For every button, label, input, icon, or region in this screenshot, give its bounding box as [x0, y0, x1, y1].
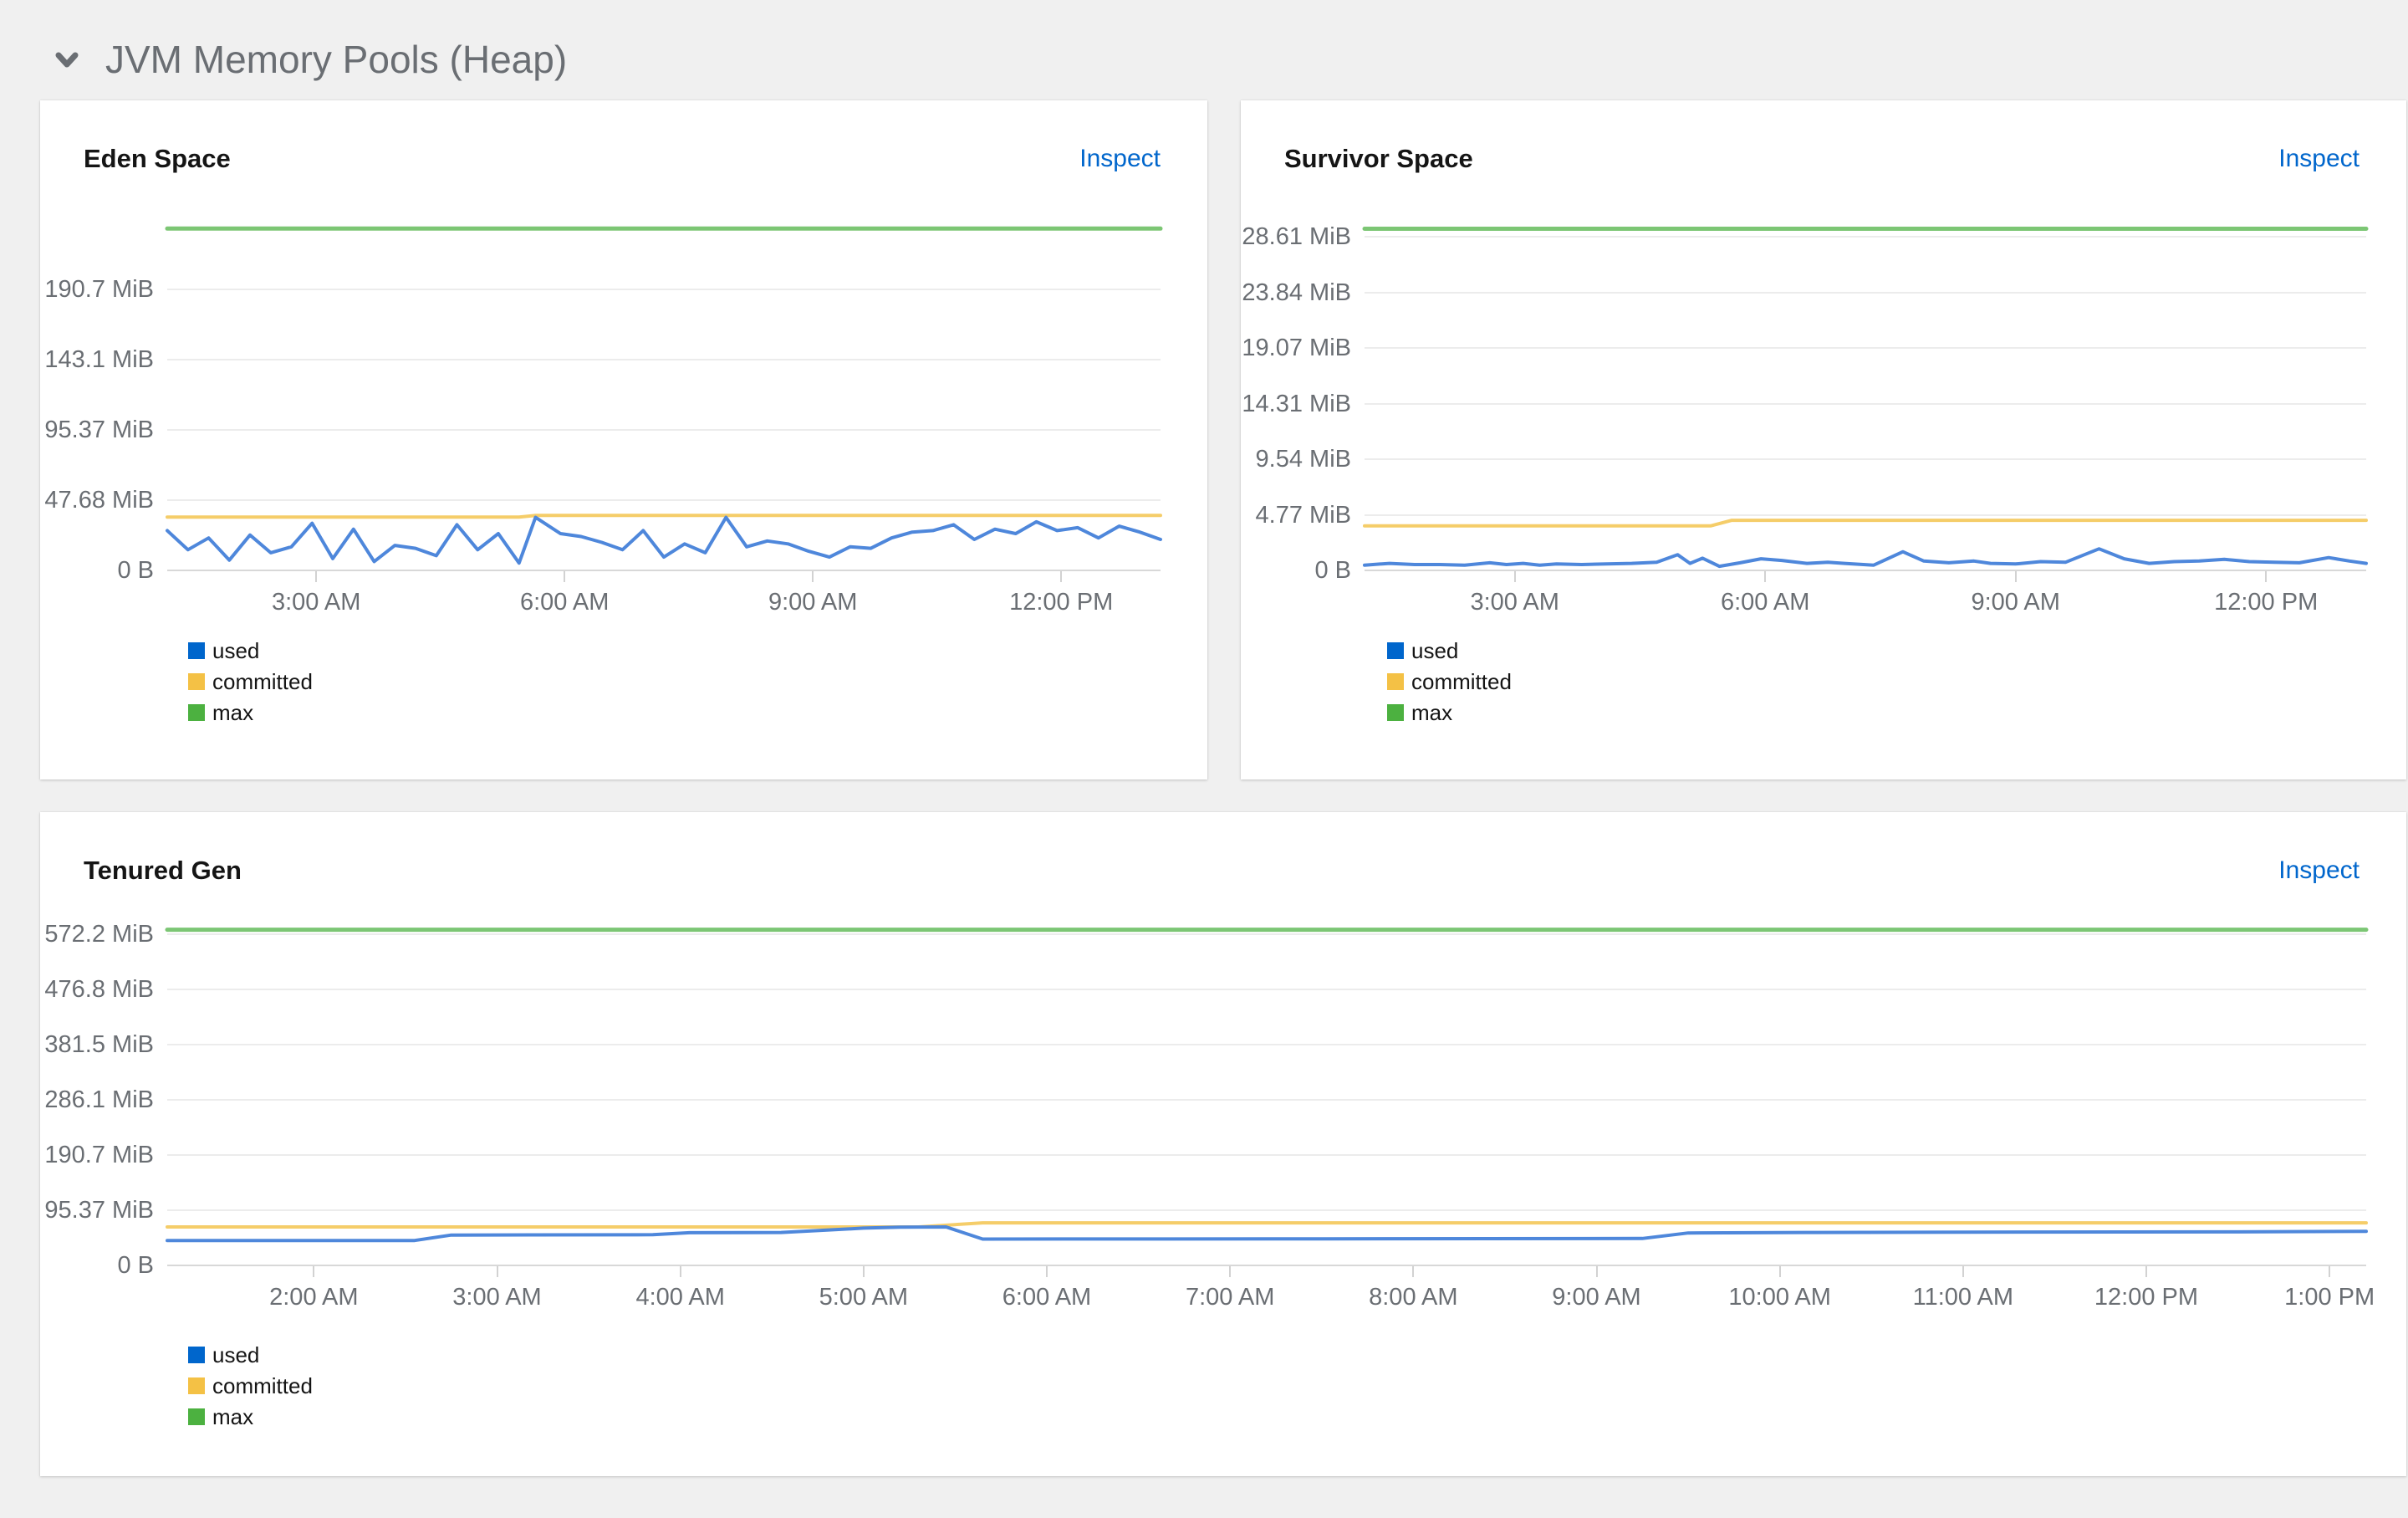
max-swatch-icon — [1387, 704, 1404, 721]
legend-label: max — [212, 700, 254, 725]
chart-area-survivor[interactable]: 0 B 4.77 MiB 9.54 MiB 14.31 MiB 19.07 MiB 23.… — [1241, 100, 2406, 779]
legend-item-max: max — [1387, 702, 1512, 723]
used-line — [166, 515, 1162, 565]
legend-label: used — [1411, 638, 1459, 663]
legend-label: committed — [212, 669, 313, 694]
section-header: JVM Memory Pools (Heap) — [50, 37, 567, 82]
used-swatch-icon — [188, 642, 205, 659]
chart-legend: used committed max — [188, 640, 313, 723]
used-swatch-icon — [188, 1347, 205, 1363]
chart-legend: used committed max — [1387, 640, 1512, 723]
committed-swatch-icon — [188, 673, 205, 690]
legend-label: max — [212, 1404, 254, 1429]
committed-line — [1363, 519, 2368, 528]
card-eden-space: Eden Space Inspect 0 B 47.68 MiB 95.37 MiB… — [40, 100, 1207, 779]
legend-label: used — [212, 1342, 260, 1367]
used-line — [166, 1225, 2368, 1243]
committed-line — [166, 1221, 2368, 1229]
card-tenured-gen: Tenured Gen Inspect 0 B 95.37 MiB 190.7 Mi… — [40, 812, 2406, 1476]
legend-item-max: max — [188, 1406, 313, 1428]
legend-item-committed: committed — [188, 1375, 313, 1397]
chart-area-tenured[interactable]: 0 B 95.37 MiB 190.7 MiB 286.1 MiB 381.5 MiB 4… — [40, 812, 2406, 1476]
chart-legend: used committed max — [188, 1344, 313, 1428]
legend-item-committed: committed — [1387, 671, 1512, 693]
chevron-down-icon[interactable] — [50, 43, 84, 76]
chart-area-eden[interactable]: 0 B 47.68 MiB 95.37 MiB 143.1 MiB 190.7 MiB 3… — [40, 100, 1207, 779]
legend-item-used: used — [1387, 640, 1512, 662]
legend-label: used — [212, 638, 260, 663]
committed-swatch-icon — [1387, 673, 1404, 690]
chart-plot — [165, 928, 2369, 1243]
legend-label: committed — [1411, 669, 1512, 694]
legend-label: committed — [212, 1373, 313, 1398]
used-line — [1363, 547, 2368, 569]
legend-item-used: used — [188, 1344, 313, 1366]
max-swatch-icon — [188, 704, 205, 721]
committed-line — [166, 514, 1162, 519]
committed-swatch-icon — [188, 1377, 205, 1394]
legend-item-used: used — [188, 640, 313, 662]
chevron-down-glyph — [55, 52, 79, 68]
legend-item-committed: committed — [188, 671, 313, 693]
legend-item-max: max — [188, 702, 313, 723]
card-survivor-space: Survivor Space Inspect 0 B 4.77 MiB 9.54 M… — [1241, 100, 2406, 779]
section-title: JVM Memory Pools (Heap) — [105, 38, 568, 81]
max-swatch-icon — [188, 1408, 205, 1425]
used-swatch-icon — [1387, 642, 1404, 659]
legend-label: max — [1411, 700, 1453, 725]
